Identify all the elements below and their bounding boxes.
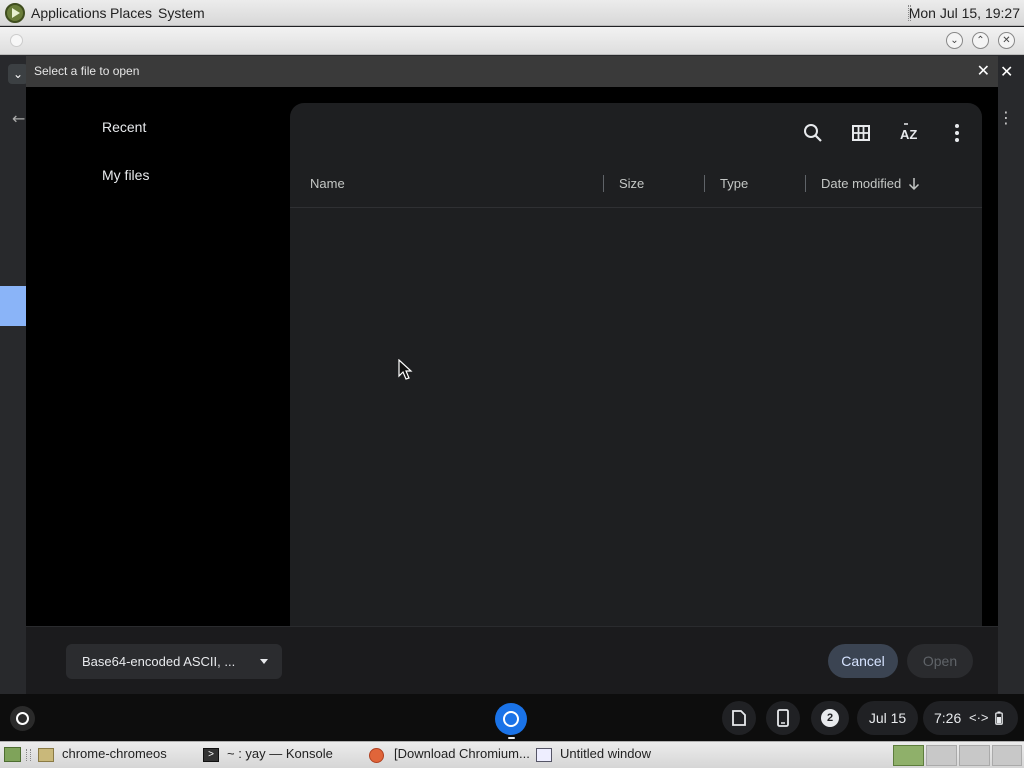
network-icon: <·> [969,710,989,725]
file-type-value: Base64-encoded ASCII, ... [82,654,236,669]
column-divider[interactable] [805,175,806,192]
file-open-dialog: Select a file to open ✕ Recent My files … [26,56,998,694]
dropdown-arrow-icon [260,659,268,664]
column-header-date-modified[interactable]: Date modified [821,176,901,191]
task-untitled-window[interactable]: Untitled window [560,746,651,761]
task-chrome-chromeos[interactable]: chrome-chromeos [62,746,167,761]
firefox-icon [369,748,384,763]
phone-hub-icon[interactable] [766,701,800,735]
browser-close-icon[interactable]: ✕ [1000,62,1013,81]
window-close-icon[interactable]: ✕ [998,32,1015,49]
taskbar: chrome-chromeos > ~ : yay — Konsole [Dow… [0,741,1024,768]
menu-places[interactable]: Places [110,5,152,21]
mouse-cursor-icon [398,359,413,380]
search-icon[interactable] [801,121,825,145]
chrome-browser-icon[interactable] [495,703,527,735]
distro-logo-icon[interactable] [5,3,25,23]
sort-descending-arrow-icon[interactable] [907,177,921,191]
minimize-icon[interactable]: ⌄ [946,32,963,49]
workspace-1[interactable] [893,745,924,766]
tray-time: 7:26 [934,710,962,726]
notification-count-badge: 2 [821,709,839,727]
column-divider[interactable] [603,175,604,192]
panel-clock[interactable]: Mon Jul 15, 19:27 [909,5,1020,21]
open-button[interactable]: Open [907,644,973,678]
calendar-date-button[interactable]: Jul 15 [857,701,918,735]
menu-applications[interactable]: Applications [31,5,107,21]
nav-item-recent[interactable]: Recent [102,119,146,135]
window-icon [536,748,552,762]
file-type-select[interactable]: Base64-encoded ASCII, ... [66,644,282,679]
column-header-type[interactable]: Type [720,176,748,191]
highlight-strip [0,286,26,326]
menu-system[interactable]: System [158,5,205,21]
battery-icon [995,711,1003,725]
chromeos-shelf: 2 Jul 15 7:26 <·> [0,694,1024,741]
folder-icon [38,748,54,762]
file-list-pane: AZ Name Size Type Date modified [290,103,982,626]
launcher-icon[interactable] [10,706,35,731]
window-menu-icon[interactable] [10,34,23,47]
dialog-titlebar: Select a file to open ✕ [26,56,998,87]
sort-az-icon[interactable]: AZ [897,121,921,145]
browser-menu-icon[interactable]: ⋮ [998,108,1014,127]
dialog-close-icon[interactable]: ✕ [977,62,990,80]
column-divider[interactable] [704,175,705,192]
workspace-4[interactable] [992,745,1022,766]
grid-view-icon[interactable] [849,121,873,145]
running-indicator [508,737,515,739]
task-konsole[interactable]: ~ : yay — Konsole [227,746,333,761]
terminal-icon: > [203,748,219,762]
dialog-footer: Base64-encoded ASCII, ... Cancel Open [26,626,998,694]
back-arrow-icon[interactable]: ← [12,109,25,128]
workspace-3[interactable] [959,745,990,766]
cancel-button[interactable]: Cancel [828,644,898,678]
tab-search-chevron-icon[interactable]: ⌄ [8,64,28,84]
svg-text:AZ: AZ [900,127,917,142]
task-download-chromium[interactable]: [Download Chromium... [394,746,530,761]
more-options-icon[interactable] [945,121,969,145]
show-desktop-icon[interactable] [4,747,21,762]
workspace-2[interactable] [926,745,957,766]
top-panel: Applications Places System Mon Jul 15, 1… [0,0,1024,26]
dialog-title: Select a file to open [34,64,140,78]
nav-item-my-files[interactable]: My files [102,167,149,183]
taskbar-handle [26,749,31,761]
files-app-icon[interactable] [722,701,756,735]
system-tray-button[interactable]: 7:26 <·> [923,701,1018,735]
header-divider [290,207,982,208]
column-header-name[interactable]: Name [310,176,345,191]
maximize-icon[interactable]: ⌃ [972,32,989,49]
column-header-size[interactable]: Size [619,176,644,191]
window-titlebar: ⌄ ⌃ ✕ [0,27,1024,55]
